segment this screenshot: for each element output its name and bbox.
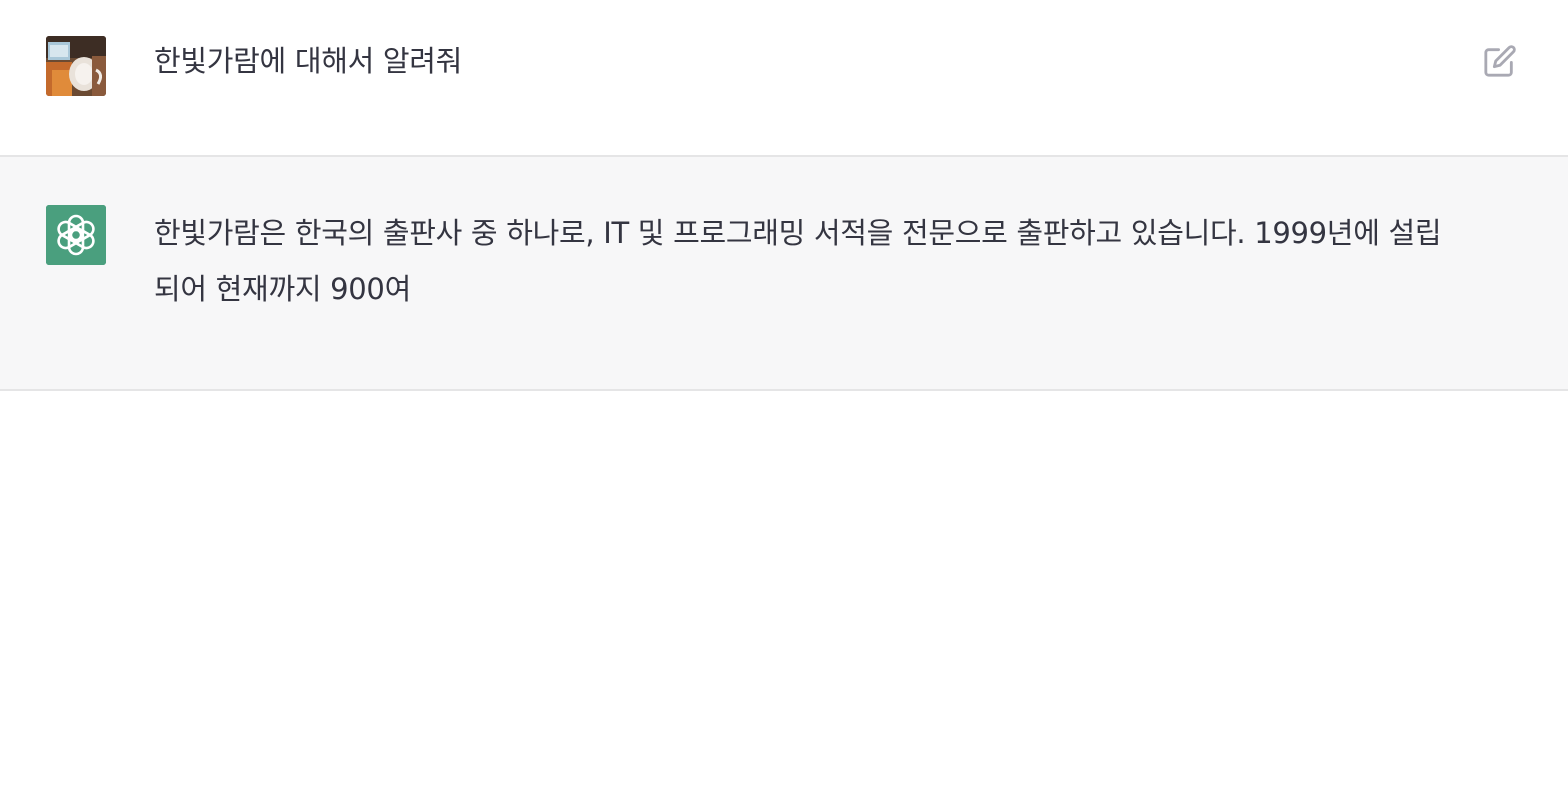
user-avatar	[46, 36, 106, 96]
user-photo-avatar-icon	[46, 36, 106, 96]
user-message: 한빛가람에 대해서 알려줘	[0, 0, 1568, 157]
assistant-message-text: 한빛가람은 한국의 출판사 중 하나로, IT 및 프로그래밍 서적을 전문으로…	[154, 216, 1442, 306]
conversation-thread: 한빛가람에 대해서 알려줘 한빛가람은 한국의 출판사 중 하나로, IT 및 …	[0, 0, 1568, 391]
openai-logo-icon	[46, 205, 106, 265]
user-message-text: 한빛가람에 대해서 알려줘	[154, 44, 463, 78]
assistant-message: 한빛가람은 한국의 출판사 중 하나로, IT 및 프로그래밍 서적을 전문으로…	[0, 157, 1568, 391]
edit-message-button[interactable]	[1483, 44, 1517, 78]
assistant-avatar	[46, 205, 106, 265]
edit-icon	[1484, 45, 1516, 77]
